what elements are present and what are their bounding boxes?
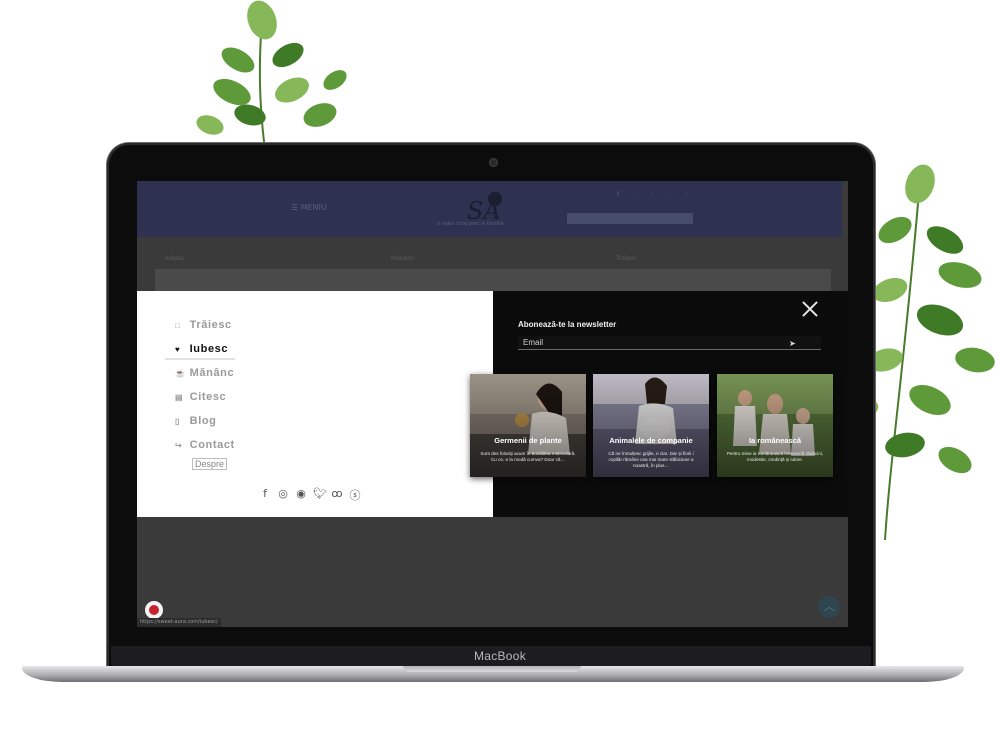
avatar[interactable] — [145, 601, 163, 619]
status-url: https://sweet-aura.com/iubesc/ — [137, 618, 221, 627]
site-column-label: Iubesc — [165, 255, 185, 262]
despre-link[interactable]: Despre — [192, 458, 228, 470]
send-icon[interactable]: ➤ — [789, 339, 796, 348]
newsletter-title: Abonează-te la newsletter — [518, 320, 617, 329]
odnoklassniki-icon[interactable]: ꝏ — [331, 487, 343, 503]
card-excerpt: Pentru mine ia românească înseamnă rădăc… — [726, 451, 824, 462]
telegram-icon[interactable]: ◉ — [295, 487, 307, 503]
book-icon: ▤ — [175, 393, 184, 402]
site-header: ☰ MENIU SA o viata intre parc si familie… — [137, 181, 842, 237]
card-title: Germenii de plante — [494, 436, 562, 445]
menu-item-label: Mănânc — [189, 367, 235, 379]
article-card[interactable]: Animalele de companie Că ne înmulțesc gr… — [593, 374, 709, 477]
menu-item-citesc[interactable]: ▤ Citesc — [175, 391, 226, 403]
whatsapp-icon[interactable]: ◎ — [277, 487, 289, 503]
laptop-brand: MacBook — [473, 649, 527, 663]
menu-item-label: Iubesc — [189, 343, 229, 355]
article-card[interactable]: Ia românească Pentru mine ia românească … — [717, 374, 833, 477]
menu-item-label: Trăiesc — [189, 319, 232, 331]
menu-item-label: Citesc — [189, 391, 227, 403]
menu-item-mananc[interactable]: ☕ Mănânc — [175, 367, 234, 379]
menu-item-traiesc[interactable]: □ Trăiesc — [175, 319, 232, 331]
site-images-strip — [155, 269, 831, 293]
card-excerpt: Sunt des folosiți acum în bucătăria mole… — [480, 451, 576, 462]
menu-button[interactable]: ☰ MENIU — [291, 203, 327, 212]
chevron-up-icon: ︿ — [823, 600, 835, 613]
site-tagline: o viata intre parc si familie — [437, 221, 504, 227]
menu-item-blog[interactable]: ▯ Blog — [175, 415, 217, 427]
menu-label: MENIU — [300, 203, 327, 212]
share-arrow-icon: ↪ — [175, 441, 183, 450]
site-search-input[interactable] — [567, 213, 693, 224]
scroll-to-top-button[interactable]: ︿ — [818, 596, 840, 618]
page-bottom — [137, 517, 848, 627]
menu-item-iubesc[interactable]: ♥ Iubesc — [175, 343, 228, 355]
site-column-label: Mananc — [391, 255, 415, 262]
menu-item-label: Blog — [189, 415, 217, 427]
menu-panel: □ Trăiesc ♥ Iubesc ☕ Mănânc ▤ Citesc ▯ B… — [137, 291, 493, 517]
menu-item-contact[interactable]: ↪ Contact — [175, 439, 235, 451]
coffee-icon: ☕ — [175, 369, 186, 378]
site-social-icons[interactable]: f ◦ ◦ ◦ ◦ — [617, 191, 695, 198]
active-underline — [165, 358, 235, 360]
email-field[interactable] — [518, 336, 821, 350]
screen: ☰ MENIU SA o viata intre parc si familie… — [137, 181, 848, 627]
camera — [490, 159, 497, 166]
menu-item-label: Contact — [189, 439, 235, 451]
facebook-icon[interactable]: f — [259, 487, 271, 503]
card-excerpt: Că ne înmulțesc grijile, e clar. Dar și … — [608, 451, 694, 468]
heart-icon: ♥ — [175, 345, 181, 354]
menu-social-icons: f ◎ ◉ 🐦︎ ꝏ ⓢ — [259, 487, 361, 503]
skype-icon[interactable]: ⓢ — [349, 487, 361, 503]
close-icon[interactable] — [802, 301, 818, 317]
plant-top-left — [196, 0, 347, 150]
card-title: Animalele de companie — [609, 436, 693, 445]
laptop-notch — [403, 666, 581, 672]
card-title: Ia românească — [748, 436, 802, 445]
site-column-label: Traiesc — [616, 255, 637, 262]
article-card[interactable]: Germenii de plante Sunt des folosiți acu… — [470, 374, 586, 477]
document-icon: ▯ — [175, 417, 181, 426]
twitter-icon[interactable]: 🐦︎ — [313, 487, 327, 503]
camera-icon: □ — [175, 321, 181, 330]
